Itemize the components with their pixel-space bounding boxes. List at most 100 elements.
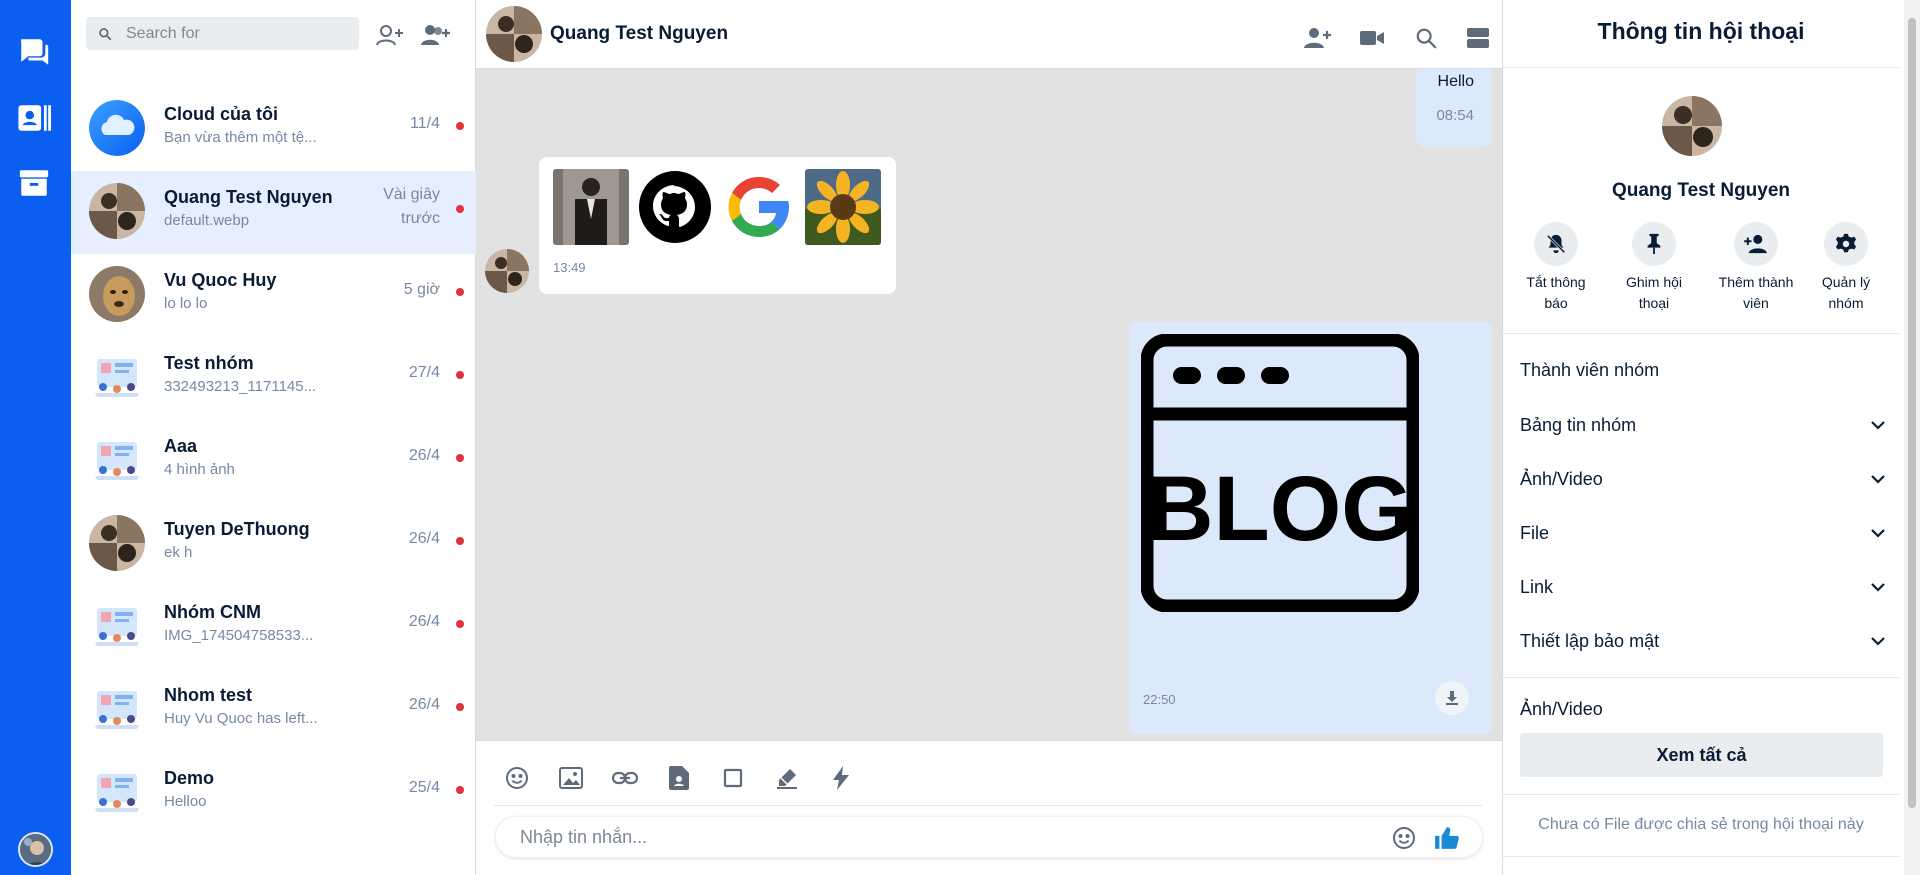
smiley-icon — [506, 767, 528, 789]
conversation-info-panel: Thông tin hội thoại Quang Test Nguyen Tắ… — [1502, 0, 1904, 875]
send-link-button[interactable] — [608, 761, 642, 795]
image-thumbnail-sunflower[interactable] — [805, 169, 881, 245]
info-panel-title: Thông tin hội thoại — [1597, 18, 1805, 44]
emoji-button[interactable] — [1389, 823, 1419, 853]
conversation-item[interactable]: Aaa 4 hình ảnh 26/4 — [71, 420, 476, 503]
chevron-down-icon — [1871, 636, 1885, 646]
contact-avatar[interactable] — [1662, 96, 1722, 156]
media-heading: Ảnh/Video — [1520, 699, 1603, 719]
conversation-item[interactable]: Vu Quoc Huy lo lo lo 5 giờ — [71, 254, 476, 337]
svg-text:BLOG: BLOG — [1147, 458, 1413, 560]
message-input[interactable] — [520, 827, 1350, 848]
toggle-info-button[interactable] — [1462, 22, 1494, 54]
mute-notifications-button[interactable]: Tắt thông báo — [1511, 222, 1601, 314]
image-thumbnail-google[interactable] — [721, 169, 797, 245]
smiley-icon — [1393, 827, 1415, 849]
lightning-icon — [833, 766, 849, 790]
chevron-down-icon — [1871, 474, 1885, 484]
section-files[interactable]: File — [1520, 517, 1885, 549]
chat-bubbles-icon — [20, 39, 49, 65]
conversation-preview: 332493213_1171145... — [164, 378, 317, 395]
conversation-time: 26/4 — [408, 530, 440, 547]
link-icon — [612, 771, 638, 785]
image-icon — [559, 767, 583, 789]
conversation-preview: default.webp — [164, 212, 250, 229]
conversation-item[interactable]: Nhóm CNM IMG_174504758533... 26/4 — [71, 586, 476, 669]
conversation-preview: 4 hình ảnh — [164, 461, 235, 478]
page-scrollbar[interactable] — [1904, 0, 1920, 875]
thumbs-up-icon — [1435, 827, 1459, 849]
user-plus-icon — [1304, 28, 1331, 48]
conversation-item[interactable]: Demo Helloo 25/4 — [71, 752, 476, 835]
sticker-button[interactable] — [500, 761, 534, 795]
user-plus-icon — [1744, 234, 1767, 254]
conversation-time: 26/4 — [408, 613, 440, 630]
sent-message[interactable]: Hello 08:54 — [1416, 69, 1492, 147]
group-avatar — [89, 349, 145, 405]
scrollbar-thumb[interactable] — [1908, 18, 1916, 808]
blog-image[interactable]: BLOG — [1141, 334, 1419, 612]
archive-box-icon — [19, 170, 49, 196]
conversation-time: 26/4 — [408, 696, 440, 713]
user-plus-icon — [376, 25, 403, 46]
message-composer — [476, 740, 1502, 875]
send-like-button[interactable] — [1432, 823, 1462, 853]
send-file-button[interactable] — [662, 761, 696, 795]
conversation-item[interactable]: Test nhóm 332493213_1171145... 27/4 — [71, 337, 476, 420]
conversation-item[interactable]: Cloud của tôi Bạn vừa thêm một tệ... 11/… — [71, 88, 476, 171]
sender-avatar[interactable] — [485, 249, 529, 293]
message-time: 13:49 — [553, 260, 586, 275]
send-image-button[interactable] — [554, 761, 588, 795]
chat-window: Quang Test Nguyen Hello 08:54 13:49 BLOG… — [476, 0, 1502, 875]
chevron-down-icon — [1871, 420, 1885, 430]
conversation-item-active[interactable]: Quang Test Nguyen default.webp Vài giây t… — [71, 171, 476, 254]
unread-dot — [456, 703, 464, 711]
conversation-name: Nhom test — [164, 685, 253, 705]
section-photos-videos[interactable]: Ảnh/Video — [1520, 463, 1885, 495]
create-group-button[interactable] — [420, 19, 452, 51]
image-thumbnail-github[interactable] — [637, 169, 713, 245]
contacts-nav-button[interactable] — [14, 98, 54, 138]
conversation-item[interactable]: Tuyen DeThuong ek h 26/4 — [71, 503, 476, 586]
add-member-action-button[interactable]: Thêm thành viên — [1711, 222, 1801, 314]
search-chat-button[interactable] — [1410, 22, 1442, 54]
divider — [1503, 67, 1899, 68]
messages-nav-button[interactable] — [14, 32, 54, 72]
conversation-preview: lo lo lo — [164, 295, 208, 312]
chat-partner-avatar[interactable] — [486, 6, 542, 62]
pen-edit-icon — [777, 769, 797, 789]
section-group-board[interactable]: Bảng tin nhóm — [1520, 409, 1885, 441]
video-call-button[interactable] — [1356, 22, 1388, 54]
section-links[interactable]: Link — [1520, 571, 1885, 603]
search-icon — [99, 27, 112, 40]
section-security-settings[interactable]: Thiết lập bảo mật — [1520, 625, 1885, 657]
divider — [1503, 677, 1899, 678]
conversation-name: Test nhóm — [164, 353, 254, 373]
search-icon — [1416, 28, 1437, 49]
users-plus-icon — [421, 25, 450, 45]
quick-action-button[interactable] — [824, 761, 858, 795]
pin-conversation-button[interactable]: Ghim hội thoại — [1609, 222, 1699, 314]
conversation-name: Aaa — [164, 436, 198, 456]
conversation-time: 25/4 — [408, 779, 440, 796]
image-thumbnail-person[interactable] — [553, 169, 629, 245]
manage-group-button[interactable]: Quản lý nhóm — [1801, 222, 1891, 314]
see-all-button[interactable]: Xem tất cả — [1520, 733, 1883, 777]
user-avatar[interactable] — [18, 832, 53, 867]
screenshot-button[interactable] — [716, 761, 750, 795]
conversation-panel: Cloud của tôi Bạn vừa thêm một tệ... 11/… — [71, 0, 476, 875]
conversation-item[interactable]: Nhom test Huy Vu Quoc has left... 26/4 — [71, 669, 476, 752]
unread-dot — [456, 454, 464, 462]
add-member-button[interactable] — [1302, 22, 1334, 54]
search-box[interactable] — [86, 17, 359, 50]
search-input[interactable] — [126, 24, 346, 43]
add-friend-button[interactable] — [374, 19, 406, 51]
conversation-preview: Bạn vừa thêm một tệ... — [164, 129, 317, 146]
conversation-time: 5 giờ — [403, 281, 440, 298]
draw-button[interactable] — [770, 761, 804, 795]
download-button[interactable] — [1435, 681, 1469, 715]
divider — [1503, 333, 1899, 334]
archive-nav-button[interactable] — [14, 163, 54, 203]
section-group-members[interactable]: Thành viên nhóm — [1520, 354, 1885, 386]
message-input-box[interactable] — [495, 816, 1483, 858]
